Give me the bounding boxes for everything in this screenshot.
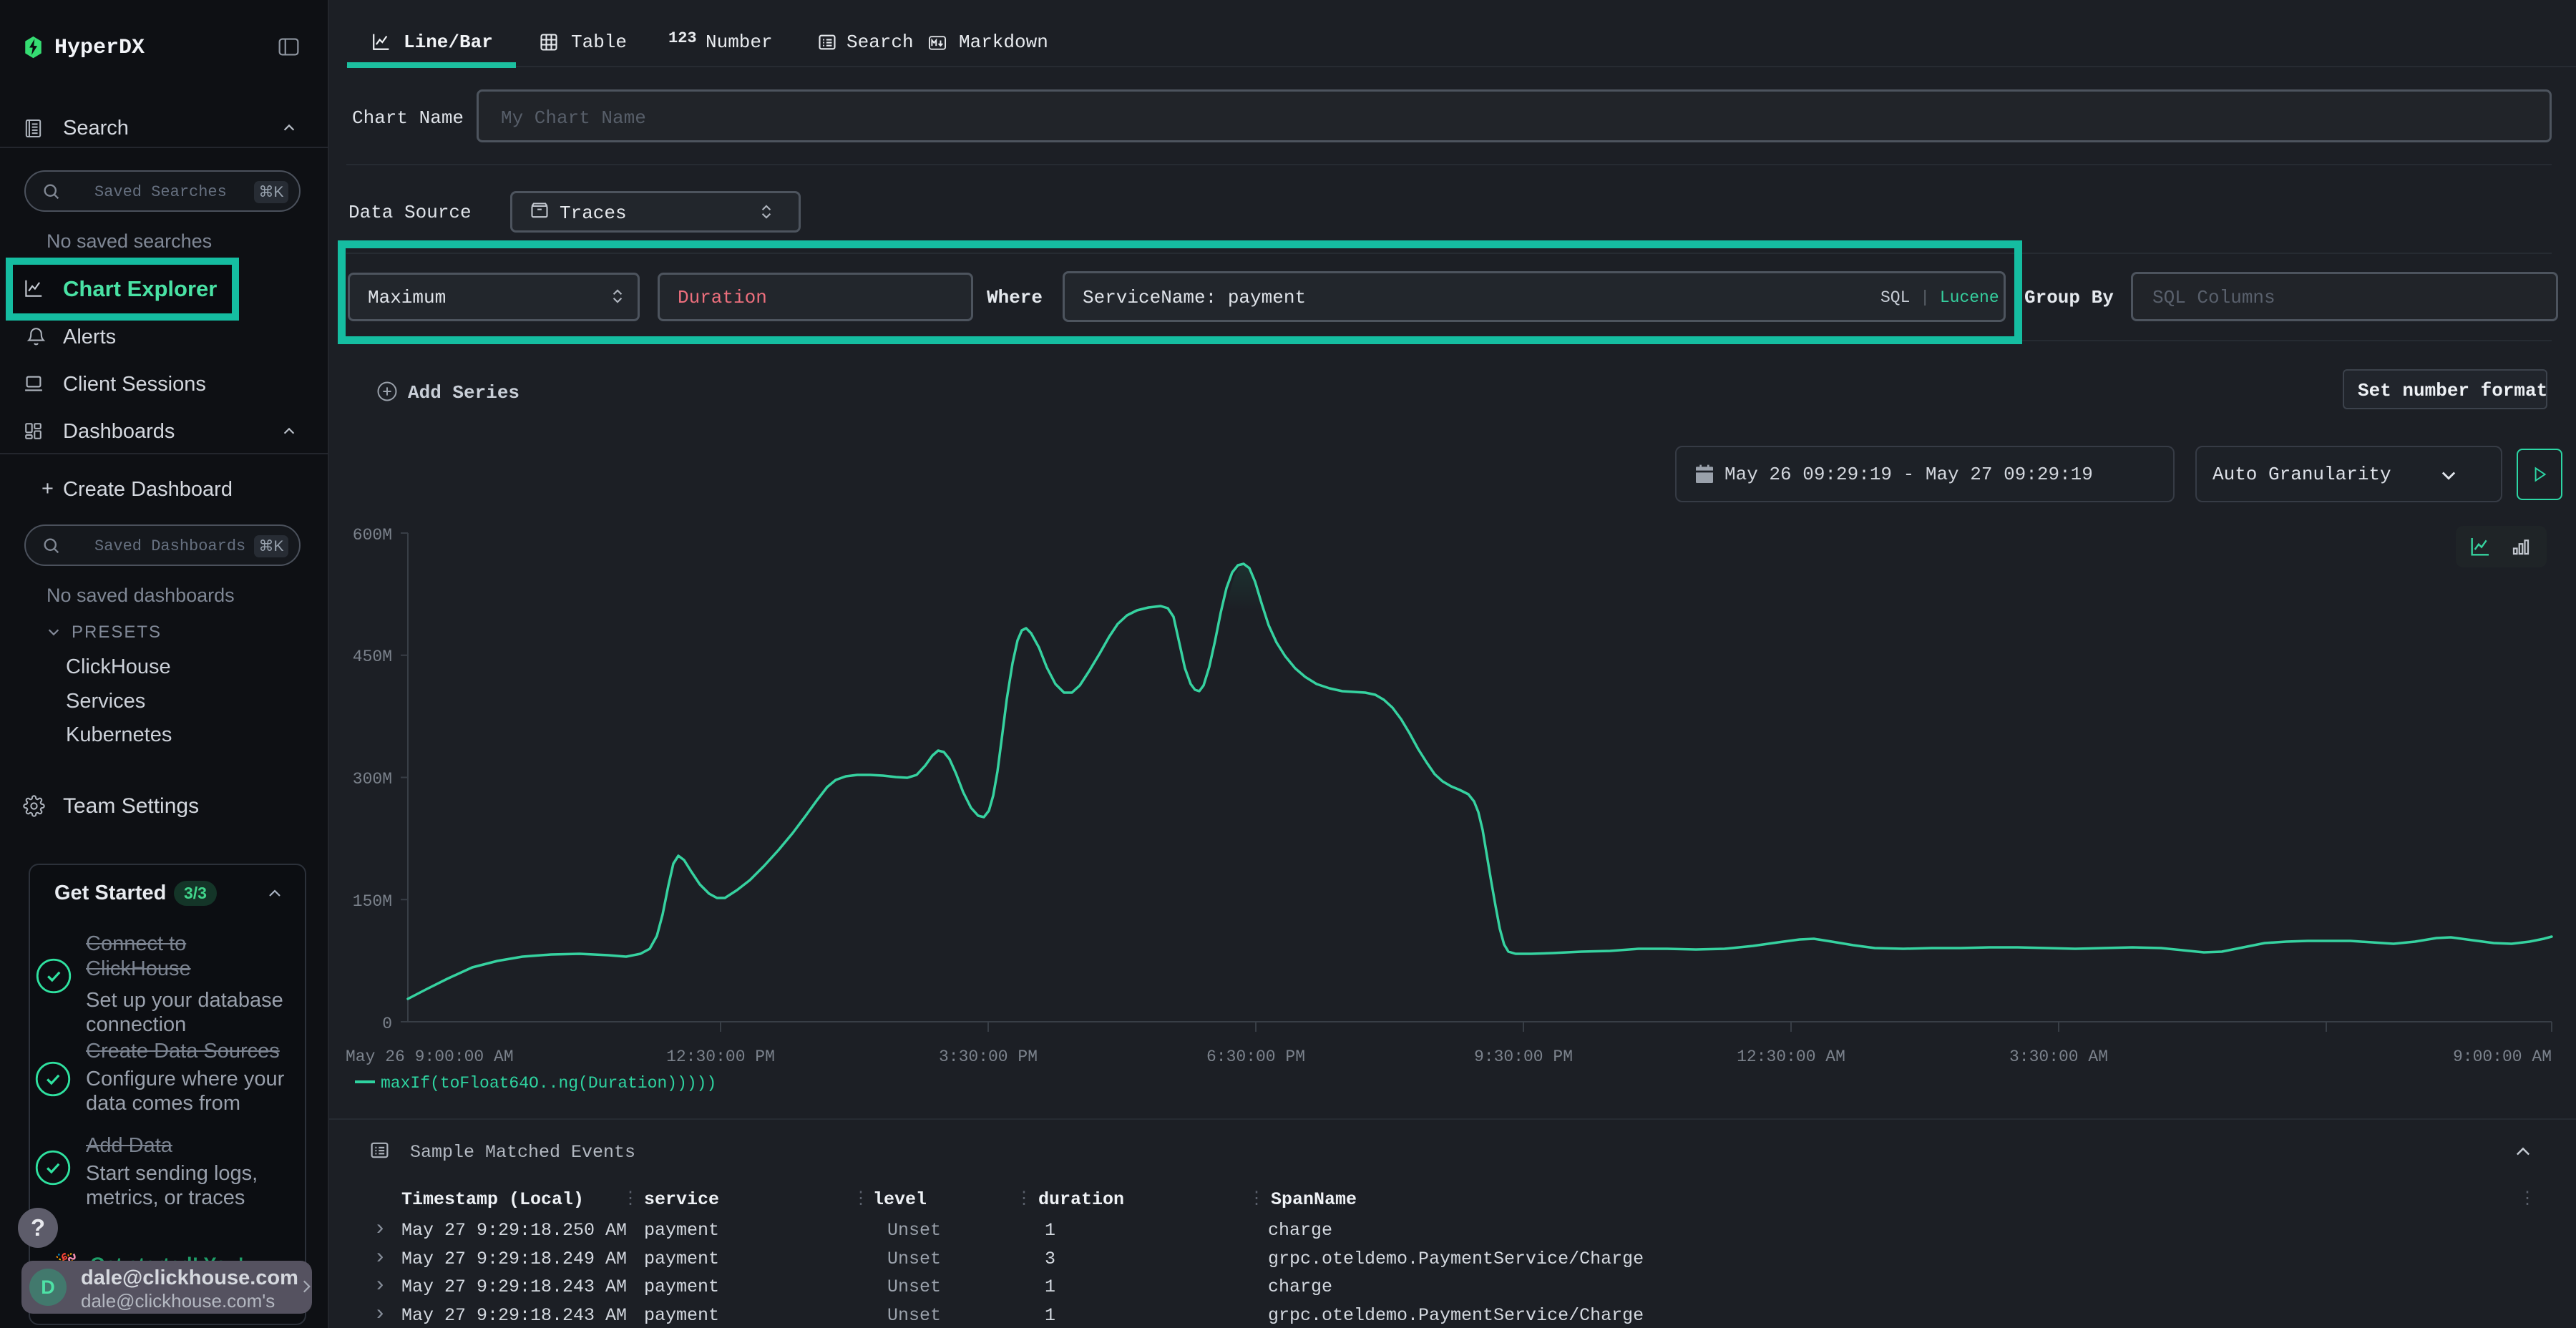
svg-text:6:30:00 PM: 6:30:00 PM: [1206, 1048, 1305, 1066]
svg-text:9:00:00 AM: 9:00:00 AM: [2453, 1048, 2552, 1066]
svg-text:300M: 300M: [353, 770, 392, 788]
svg-text:3:30:00 PM: 3:30:00 PM: [939, 1048, 1038, 1066]
svg-text:450M: 450M: [353, 648, 392, 666]
svg-text:12:30:00 PM: 12:30:00 PM: [666, 1048, 775, 1066]
svg-text:3:30:00 AM: 3:30:00 AM: [2009, 1048, 2108, 1066]
svg-text:9:30:00 PM: 9:30:00 PM: [1474, 1048, 1573, 1066]
svg-text:12:30:00 AM: 12:30:00 AM: [1737, 1048, 1845, 1066]
svg-text:600M: 600M: [353, 526, 392, 545]
svg-text:0: 0: [382, 1015, 392, 1033]
svg-text:maxIf(toFloat64O..ng(Duration): maxIf(toFloat64O..ng(Duration))))): [381, 1074, 716, 1093]
svg-text:May 26 9:00:00 AM: May 26 9:00:00 AM: [346, 1048, 514, 1066]
svg-text:150M: 150M: [353, 892, 392, 911]
